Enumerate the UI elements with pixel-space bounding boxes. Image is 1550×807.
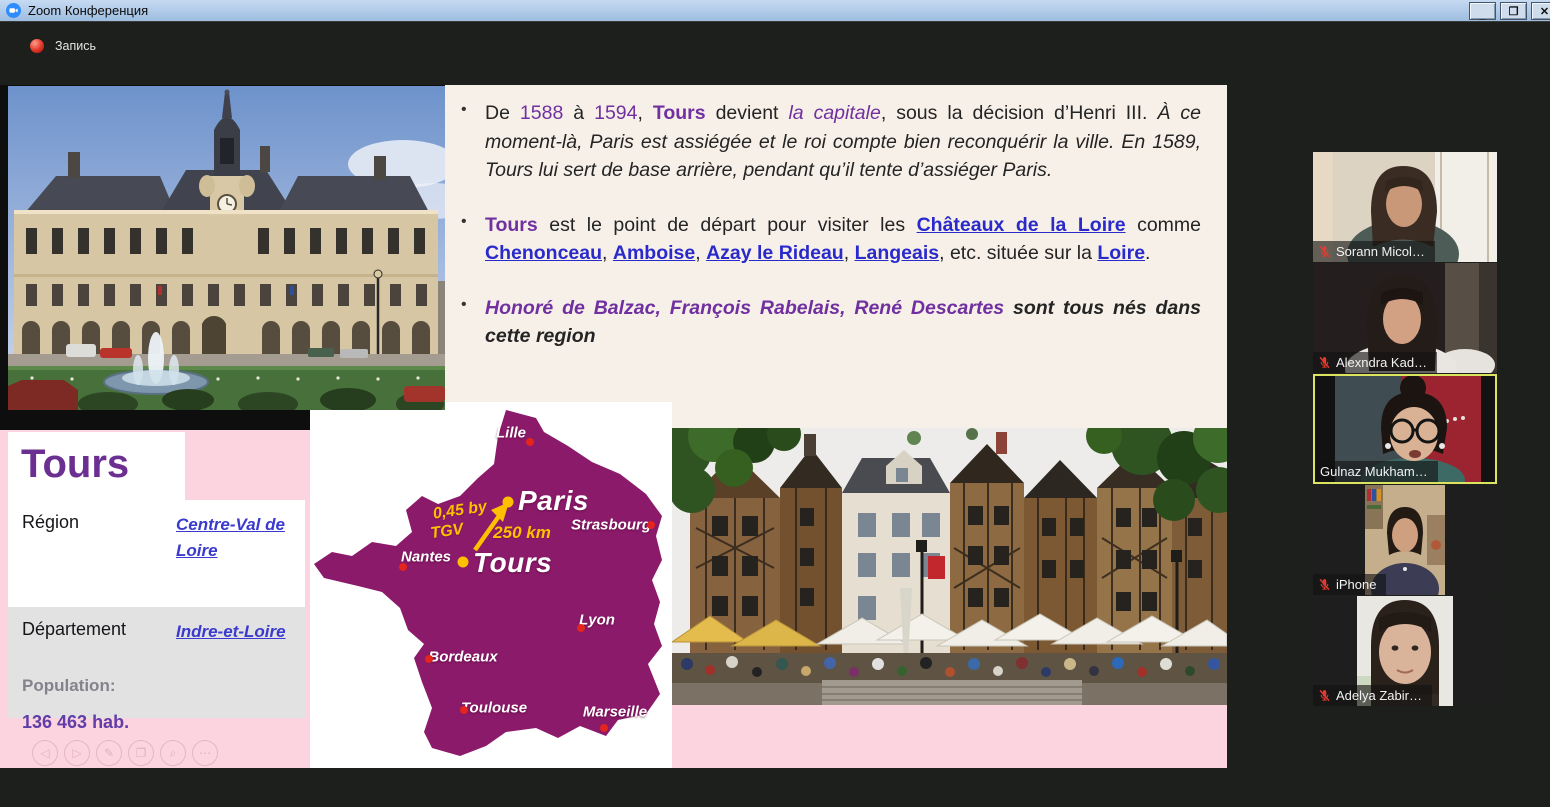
presenter-toolbar: ◁ ▷ ✎ ❐ ⌕ ⋯ xyxy=(32,740,218,766)
text-run: . xyxy=(1145,242,1150,264)
participant-name-tag: Alexndra Kad… xyxy=(1313,352,1437,373)
mic-muted-icon xyxy=(1318,578,1331,591)
map-dot-nantes xyxy=(399,563,407,571)
participant-name-tag: iPhone xyxy=(1313,574,1386,595)
participant-name-tag: Sorann Micol… xyxy=(1313,241,1435,262)
map-dot-lille xyxy=(526,438,534,446)
text-run: est le point de départ pour visiter les xyxy=(538,214,917,236)
close-button[interactable]: ✕ xyxy=(1531,2,1550,20)
map-city-paris: Paris xyxy=(518,485,589,517)
famous-names: Honoré de Balzac, François Rabelais, Ren… xyxy=(485,297,1004,319)
participant-tile[interactable]: Adelya Zabir… xyxy=(1313,596,1497,706)
shared-screen-slide: • De 1588 à 1594, Tours devient la capit… xyxy=(0,85,1227,768)
participant-name: Sorann Micol… xyxy=(1336,244,1425,259)
region-value-link: Centre-Val de Loire xyxy=(176,500,305,607)
text-run: De xyxy=(485,102,520,124)
tours-info-panel: Tours Région Centre-Val de Loire Départe… xyxy=(0,430,310,768)
text-run: comme xyxy=(1126,214,1201,236)
map-city-marseille: Marseille xyxy=(583,704,647,721)
text-run: , xyxy=(695,242,706,264)
participant-name: iPhone xyxy=(1336,577,1376,592)
bullet-celebrities: • Honoré de Balzac, François Rabelais, R… xyxy=(461,294,1201,351)
text-run: , xyxy=(844,242,855,264)
map-city-strasbourg: Strasbourg xyxy=(571,517,651,534)
tours-word: Tours xyxy=(485,214,538,236)
recording-indicator: Запись xyxy=(30,39,96,53)
minimize-button[interactable]: _ xyxy=(1469,2,1496,20)
participant-tile-active-speaker[interactable]: Gulnaz Mukham… xyxy=(1313,374,1497,484)
year-1588: 1588 xyxy=(520,102,563,124)
france-map-panel: Lille Paris Strasbourg Nantes Tours Lyon… xyxy=(310,402,672,768)
text-run: à xyxy=(563,102,594,124)
map-dot-tours xyxy=(458,557,469,568)
photo-place-plumereau xyxy=(672,428,1227,705)
text-run: , xyxy=(602,242,613,264)
population-label: Population: xyxy=(8,664,176,696)
pen-icon: ✎ xyxy=(96,740,122,766)
participant-video-strip: Sorann Micol… Alexndra Kad… xyxy=(1313,152,1497,707)
link-azay-le-rideau: Azay le Rideau xyxy=(706,242,844,264)
text-run: , sous la décision d’Henri III. xyxy=(881,102,1158,124)
map-city-lille: Lille xyxy=(496,425,526,442)
restore-button[interactable]: ❐ xyxy=(1500,2,1527,20)
participant-tile[interactable]: Alexndra Kad… xyxy=(1313,263,1497,373)
next-slide-icon: ▷ xyxy=(64,740,90,766)
map-city-nantes: Nantes xyxy=(401,549,451,566)
participant-name-tag: Gulnaz Mukham… xyxy=(1315,461,1438,482)
bullet-marker: • xyxy=(461,99,485,185)
table-row-region: Région Centre-Val de Loire xyxy=(8,500,305,607)
map-dot-strasbourg xyxy=(647,521,655,529)
bullet-chateaux: • Tours est le point de départ pour visi… xyxy=(461,211,1201,268)
text-run: , etc. située sur la xyxy=(939,242,1097,264)
previous-slide-icon: ◁ xyxy=(32,740,58,766)
record-dot-icon xyxy=(30,39,44,53)
participant-name: Gulnaz Mukham… xyxy=(1320,464,1428,479)
link-loire: Loire xyxy=(1097,242,1145,264)
bullet-marker: • xyxy=(461,294,485,351)
mic-muted-icon xyxy=(1318,689,1331,702)
map-tgv-arrow-icon xyxy=(465,500,515,558)
mic-muted-icon xyxy=(1318,245,1331,258)
bullet-marker: • xyxy=(461,211,485,268)
table-row-departement: Département Population: 136 463 hab. Ind… xyxy=(8,607,305,718)
year-1594: 1594 xyxy=(594,102,637,124)
text-run: devient xyxy=(706,102,789,124)
participant-tile[interactable]: iPhone xyxy=(1313,485,1497,595)
recording-label: Запись xyxy=(55,39,96,53)
map-city-bordeaux: Bordeaux xyxy=(428,649,497,666)
zoom-camera-icon xyxy=(6,3,21,18)
slide-title: Tours xyxy=(8,432,185,500)
participant-tile[interactable]: Sorann Micol… xyxy=(1313,152,1497,262)
map-dot-lyon xyxy=(577,624,585,632)
participant-name: Adelya Zabir… xyxy=(1336,688,1422,703)
map-dot-toulouse xyxy=(460,706,468,714)
departement-label: Département xyxy=(8,607,176,640)
participant-name: Alexndra Kad… xyxy=(1336,355,1427,370)
more-options-icon: ⋯ xyxy=(192,740,218,766)
tours-word: Tours xyxy=(653,102,706,124)
link-chenonceau: Chenonceau xyxy=(485,242,602,264)
map-city-toulouse: Toulouse xyxy=(461,700,527,717)
slide-pink-strip xyxy=(672,705,1227,768)
text-run: , xyxy=(637,102,652,124)
window-controls: _ ❐ ✕ xyxy=(1469,2,1550,20)
capitale-word: la capitale xyxy=(788,102,880,124)
departement-value-link: Indre-et-Loire xyxy=(176,607,305,733)
mic-muted-icon xyxy=(1318,356,1331,369)
map-dot-marseille xyxy=(600,724,608,732)
magnifier-icon: ⌕ xyxy=(160,740,186,766)
map-dot-bordeaux xyxy=(425,655,433,663)
participant-name-tag: Adelya Zabir… xyxy=(1313,685,1432,706)
bullet-history: • De 1588 à 1594, Tours devient la capit… xyxy=(461,99,1201,185)
population-value: 136 463 hab. xyxy=(8,700,176,733)
window-titlebar: Zoom Конференция _ ❐ ✕ xyxy=(0,0,1550,22)
window-title: Zoom Конференция xyxy=(28,3,148,18)
link-chateaux-de-la-loire: Châteaux de la Loire xyxy=(917,214,1126,236)
slide-text-panel: • De 1588 à 1594, Tours devient la capit… xyxy=(445,85,1227,430)
link-amboise: Amboise xyxy=(613,242,695,264)
region-label: Région xyxy=(8,500,176,607)
slide-panel-icon: ❐ xyxy=(128,740,154,766)
photo-tours-city-hall xyxy=(8,86,445,410)
link-langeais: Langeais xyxy=(855,242,940,264)
